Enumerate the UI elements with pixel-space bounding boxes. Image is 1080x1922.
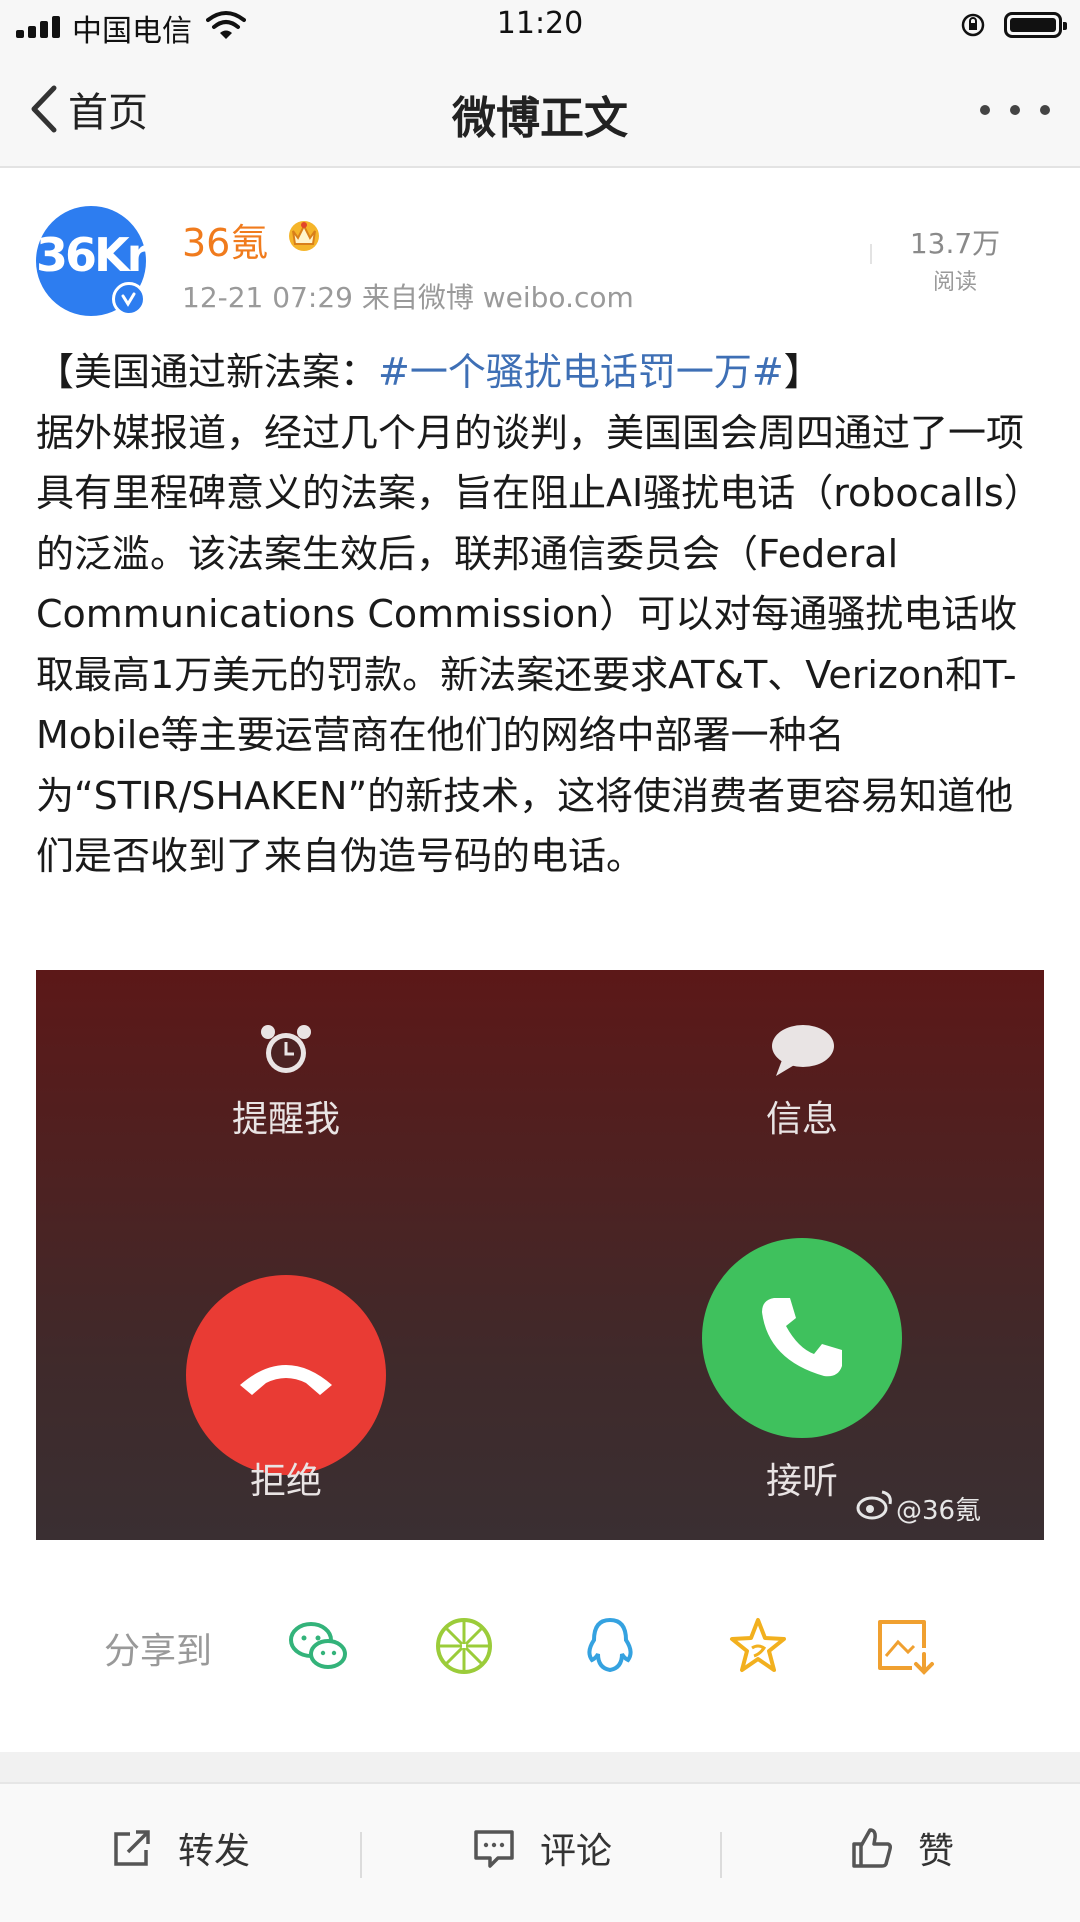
remind-me-label: 提醒我 bbox=[231, 1099, 340, 1140]
avatar-logo-text: 36Kr bbox=[36, 228, 149, 282]
image-watermark: @36氪 bbox=[896, 1496, 982, 1526]
read-count-number: 13.7万 bbox=[909, 227, 1001, 260]
post-meta: 12-21 07:29 来自微博 weibo.com bbox=[182, 281, 634, 314]
decline-call-button bbox=[186, 1275, 386, 1475]
favorite-star-icon[interactable] bbox=[726, 1614, 790, 1678]
more-dot-icon bbox=[1010, 105, 1020, 115]
hang-up-icon bbox=[240, 1365, 332, 1395]
save-image-icon[interactable] bbox=[872, 1614, 936, 1678]
section-gap bbox=[0, 1752, 1080, 1782]
share-label: 分享到 bbox=[104, 1631, 213, 1672]
nav-bar: 首页 微博正文 bbox=[0, 52, 1080, 168]
repost-button[interactable]: 转发 bbox=[110, 1818, 250, 1878]
accept-call-button bbox=[702, 1238, 902, 1438]
message-bubble-icon bbox=[772, 1025, 834, 1076]
hashtag-link[interactable]: #一个骚扰电话罚一万# bbox=[378, 350, 784, 394]
verified-badge-icon bbox=[112, 282, 146, 316]
phone-icon bbox=[762, 1298, 842, 1377]
avatar[interactable]: 36Kr bbox=[36, 206, 149, 316]
like-button[interactable]: 赞 bbox=[850, 1818, 954, 1878]
comment-button[interactable]: 评论 bbox=[472, 1818, 612, 1878]
moments-icon[interactable] bbox=[432, 1614, 496, 1678]
more-dot-icon bbox=[1040, 105, 1050, 115]
read-count-label: 阅读 bbox=[932, 270, 977, 295]
username[interactable]: 36氪 bbox=[182, 212, 268, 267]
more-menu-button[interactable] bbox=[980, 98, 1050, 122]
divider bbox=[360, 1832, 362, 1878]
like-label: 赞 bbox=[918, 1831, 955, 1872]
clock: 11:20 bbox=[496, 6, 584, 41]
headline-close: 】 bbox=[783, 350, 822, 394]
comment-icon bbox=[474, 1830, 514, 1868]
wechat-icon[interactable] bbox=[286, 1614, 350, 1678]
vip-crown-icon[interactable] bbox=[284, 214, 324, 254]
weibo-logo-icon bbox=[856, 1490, 892, 1520]
battery-icon bbox=[1004, 12, 1067, 38]
qq-icon[interactable] bbox=[578, 1614, 642, 1678]
post-image[interactable]: 提醒我 信息 拒绝 接听 @36氪 bbox=[36, 970, 1044, 1540]
comment-label: 评论 bbox=[540, 1831, 613, 1872]
read-count: 13.7万 阅读 bbox=[880, 222, 1030, 296]
message-label: 信息 bbox=[765, 1099, 838, 1140]
rotation-lock-icon bbox=[961, 13, 985, 37]
thumbs-up-icon bbox=[852, 1828, 892, 1868]
more-dot-icon bbox=[980, 105, 990, 115]
repost-label: 转发 bbox=[178, 1831, 251, 1872]
decline-label: 拒绝 bbox=[249, 1461, 322, 1502]
alarm-clock-icon bbox=[261, 1025, 311, 1073]
page-title: 微博正文 bbox=[452, 93, 628, 144]
action-bar: 转发 评论 赞 bbox=[0, 1782, 1080, 1922]
repost-icon bbox=[114, 1830, 150, 1866]
post-body: 据外媒报道，经过几个月的谈判，美国国会周四通过了一项具有里程碑意义的法案，旨在阻… bbox=[36, 410, 1042, 879]
post-text: 【美国通过新法案：#一个骚扰电话罚一万#】 据外媒报道，经过几个月的谈判，美国国… bbox=[36, 342, 1046, 887]
divider bbox=[870, 244, 872, 264]
share-row: 分享到 bbox=[0, 1590, 1080, 1710]
status-bar: 中国电信 11:20 bbox=[0, 0, 1080, 52]
headline-open: 【美国通过新法案： bbox=[36, 350, 379, 394]
divider bbox=[720, 1832, 722, 1878]
